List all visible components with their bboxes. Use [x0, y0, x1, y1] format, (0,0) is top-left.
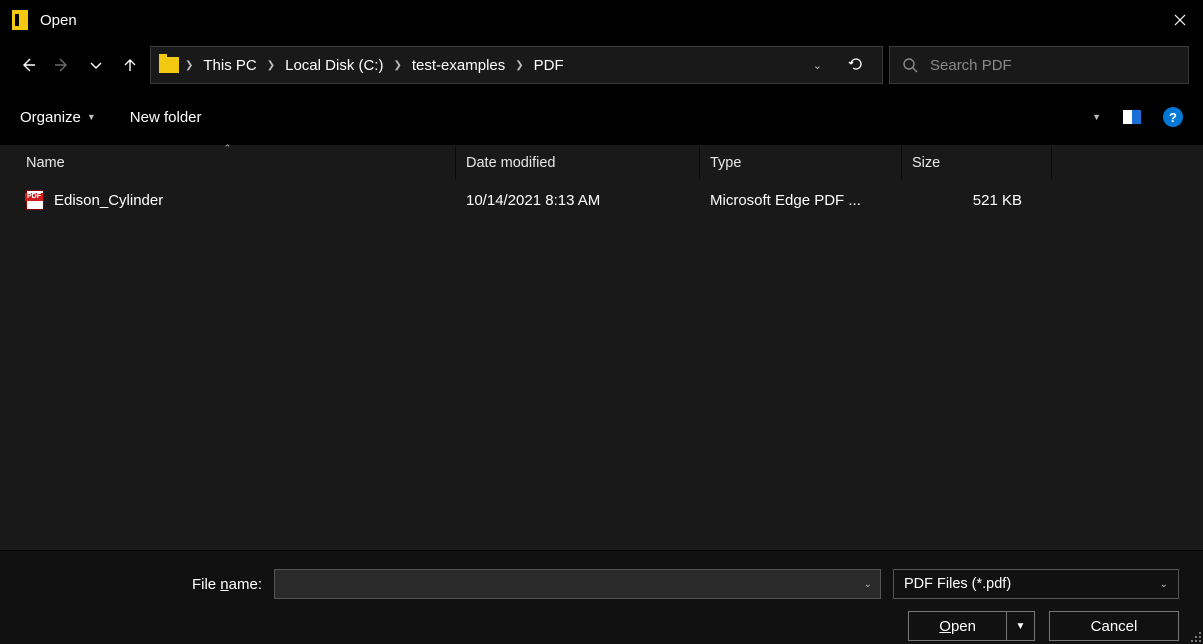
column-header-name[interactable]: ⌃ Name	[0, 145, 456, 180]
chevron-down-icon	[88, 57, 104, 73]
chevron-right-icon: ❯	[515, 60, 523, 71]
cancel-button[interactable]: Cancel	[1049, 611, 1179, 641]
file-type-filter[interactable]: PDF Files (*.pdf) ⌄	[893, 569, 1179, 599]
dialog-footer: File name: ⌄ PDF Files (*.pdf) ⌄ Open ▼ …	[0, 550, 1203, 644]
filename-combobox[interactable]: ⌄	[274, 569, 881, 599]
refresh-button[interactable]	[838, 56, 874, 75]
new-folder-button[interactable]: New folder	[130, 109, 202, 126]
arrow-right-icon	[54, 57, 70, 73]
sort-ascending-icon: ⌃	[224, 143, 232, 154]
file-list: Edison_Cylinder 10/14/2021 8:13 AM Micro…	[0, 180, 1203, 550]
column-header-type[interactable]: Type	[700, 145, 902, 180]
search-input[interactable]	[930, 57, 1176, 74]
column-header-size[interactable]: Size	[902, 145, 1052, 180]
close-icon	[1174, 14, 1186, 26]
dropdown-triangle-icon: ▼	[87, 112, 96, 122]
search-icon	[902, 57, 918, 73]
preview-pane-icon	[1123, 110, 1132, 124]
file-name: Edison_Cylinder	[54, 192, 163, 209]
window-title: Open	[40, 12, 77, 29]
chevron-right-icon: ❯	[267, 60, 275, 71]
back-button[interactable]	[14, 50, 42, 80]
organize-label: Organize	[20, 109, 81, 126]
refresh-icon	[848, 56, 864, 72]
filename-label: File name:	[0, 576, 262, 593]
search-box[interactable]	[889, 46, 1189, 84]
folder-icon	[159, 57, 179, 73]
arrow-up-icon	[122, 57, 138, 73]
file-type: Microsoft Edge PDF ...	[700, 192, 902, 209]
chevron-right-icon: ❯	[185, 60, 193, 71]
breadcrumb-segment[interactable]: test-examples	[408, 57, 509, 74]
view-options-button[interactable]: ▼	[1082, 112, 1101, 122]
dropdown-triangle-icon: ▼	[1016, 621, 1026, 632]
arrow-left-icon	[20, 57, 36, 73]
open-button[interactable]: Open	[908, 611, 1007, 641]
file-row[interactable]: Edison_Cylinder 10/14/2021 8:13 AM Micro…	[0, 180, 1203, 220]
recent-locations-button[interactable]	[82, 50, 110, 80]
address-dropdown[interactable]: ⌄	[803, 59, 832, 72]
resize-grip[interactable]	[1189, 630, 1201, 642]
help-icon: ?	[1169, 110, 1177, 125]
breadcrumb-segment[interactable]: Local Disk (C:)	[281, 57, 387, 74]
file-date: 10/14/2021 8:13 AM	[456, 192, 700, 209]
new-folder-label: New folder	[130, 109, 202, 126]
chevron-down-icon[interactable]: ⌄	[856, 579, 872, 590]
help-button[interactable]: ?	[1163, 107, 1183, 127]
organize-menu[interactable]: Organize ▼	[20, 109, 96, 126]
filter-label: PDF Files (*.pdf)	[904, 576, 1011, 592]
up-button[interactable]	[116, 50, 144, 80]
open-button-group: Open ▼	[908, 611, 1035, 641]
navigation-bar: ❯ This PC ❯ Local Disk (C:) ❯ test-examp…	[0, 40, 1203, 90]
forward-button[interactable]	[48, 50, 76, 80]
file-size: 521 KB	[902, 192, 1052, 209]
breadcrumb-segment[interactable]: This PC	[199, 57, 260, 74]
chevron-down-icon: ⌄	[1160, 579, 1168, 590]
pdf-file-icon	[26, 190, 44, 210]
column-header-date[interactable]: Date modified	[456, 145, 700, 180]
toolbar: Organize ▼ New folder ▼ ?	[0, 90, 1203, 144]
dropdown-triangle-icon: ▼	[1092, 112, 1101, 122]
close-button[interactable]	[1157, 0, 1203, 40]
title-bar: Open	[0, 0, 1203, 40]
column-header-spacer	[1052, 145, 1203, 180]
chevron-right-icon: ❯	[393, 60, 401, 71]
open-dropdown-button[interactable]: ▼	[1007, 611, 1035, 641]
column-headers: ⌃ Name Date modified Type Size	[0, 144, 1203, 180]
breadcrumb-segment[interactable]: PDF	[530, 57, 568, 74]
address-bar[interactable]: ❯ This PC ❯ Local Disk (C:) ❯ test-examp…	[150, 46, 883, 84]
preview-pane-button[interactable]	[1123, 110, 1141, 124]
app-icon	[12, 10, 28, 30]
filename-input[interactable]	[283, 576, 856, 592]
